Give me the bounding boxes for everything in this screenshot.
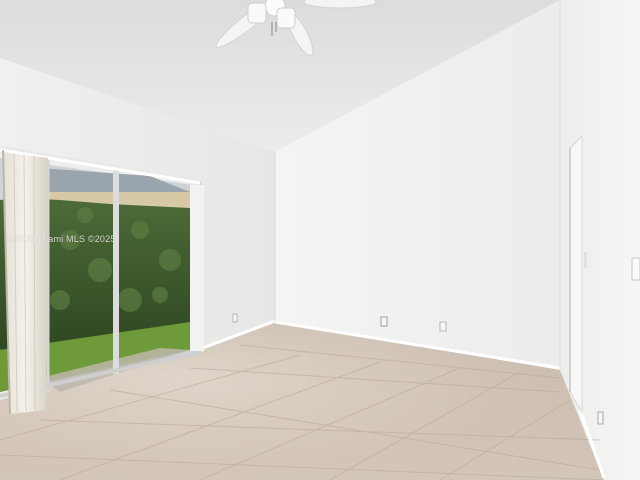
room-photo: ©2025 Miami MLS ©2025 [0,0,640,480]
wall-outlet-icon [232,313,238,323]
wall-outlet-icon [439,321,447,332]
room-illustration [0,0,640,480]
vertical-blind-curtain [2,149,48,415]
wall-outlet-icon [597,411,604,425]
light-switch [631,257,640,281]
wall-outlet-icon [380,316,388,327]
